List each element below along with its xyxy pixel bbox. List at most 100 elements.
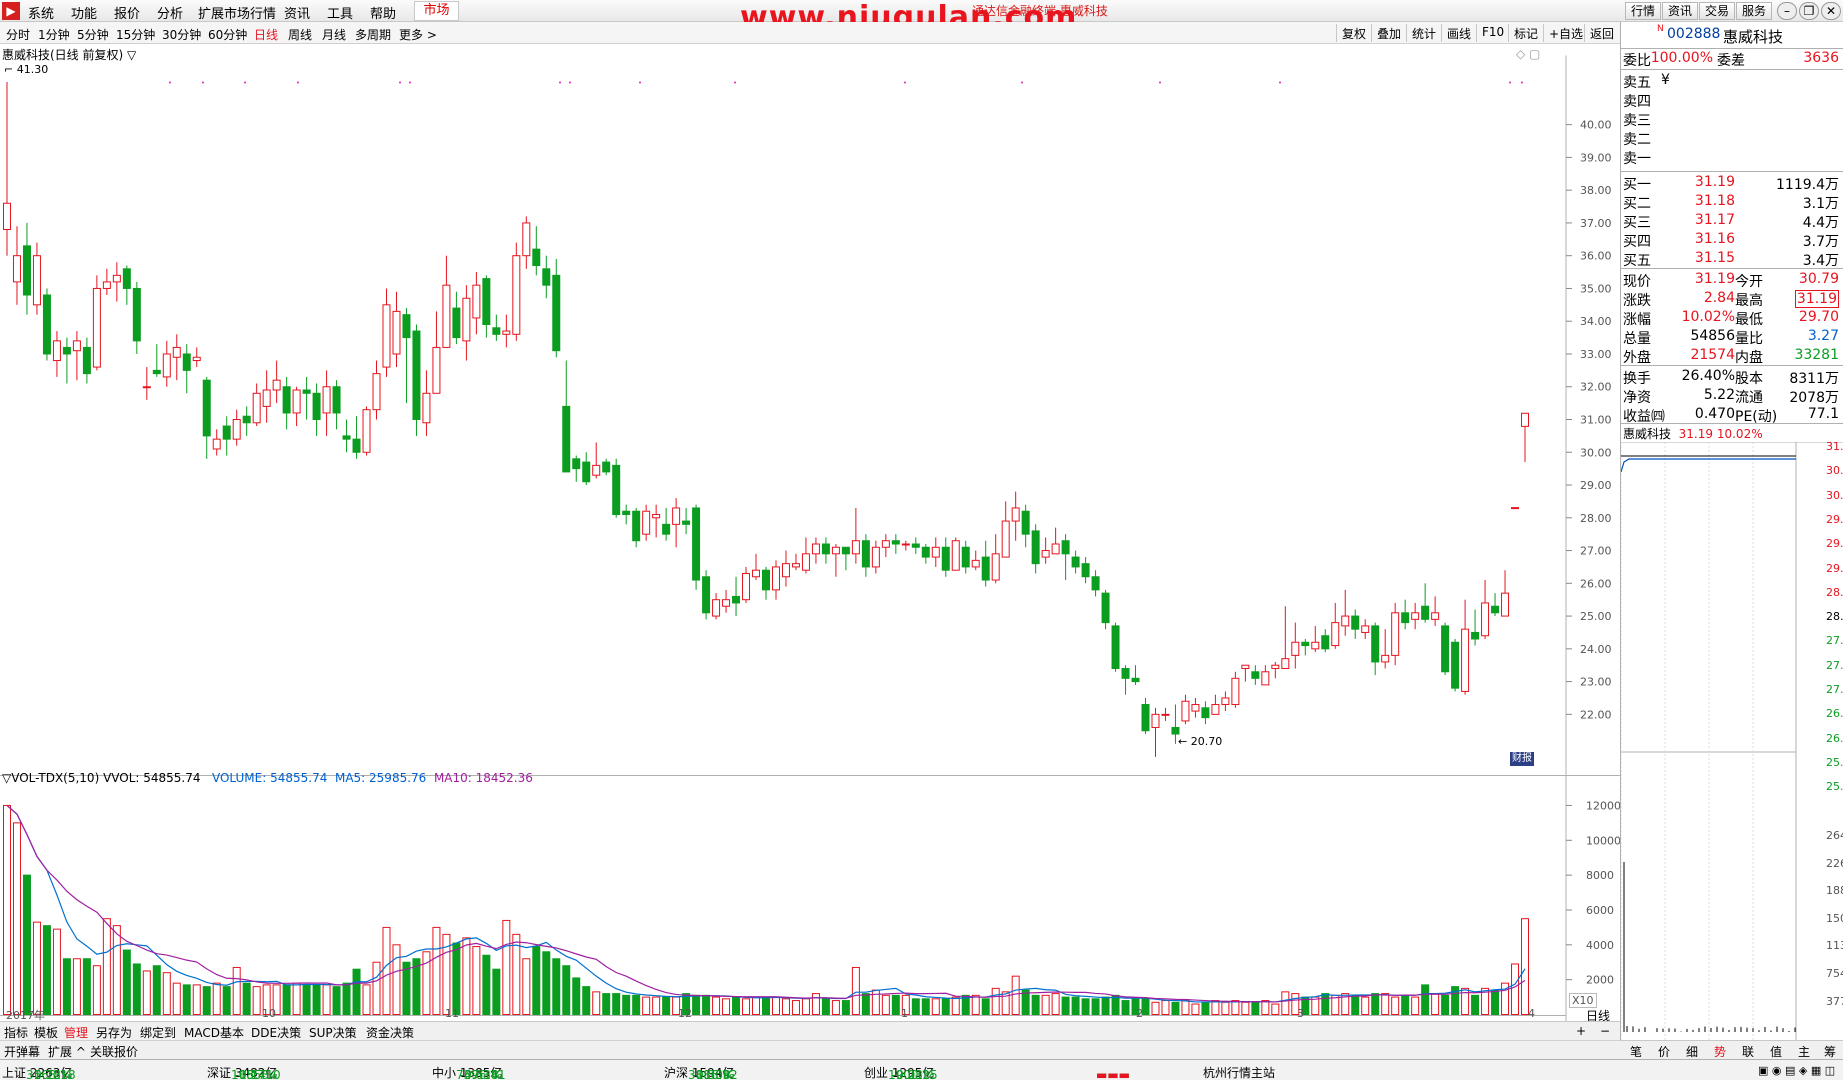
bid-row-5[interactable]: 买五 31.15 3.4万 xyxy=(1621,250,1843,269)
station-name[interactable]: 杭州行情主站 xyxy=(1203,1064,1275,1080)
status-bar: 上证 3163.18 -5.72 -0.18% 2263亿 深证 10853.0 -1… xyxy=(0,1059,1843,1080)
menu-tools[interactable]: 工具 xyxy=(327,3,353,22)
tab-macd[interactable]: MACD基本 xyxy=(184,1024,244,1041)
candle xyxy=(503,315,510,348)
bid-row-2[interactable]: 买二 31.18 3.1万 xyxy=(1621,193,1843,212)
top-button-trade[interactable]: 交易 xyxy=(1699,2,1735,20)
menu-help[interactable]: 帮助 xyxy=(370,3,396,22)
tool-mark[interactable]: 标记 xyxy=(1514,25,1538,42)
index-2[interactable]: 中小 7396.41 -47.18 -0.63% 1385亿 xyxy=(432,1064,502,1080)
close-icon[interactable]: ✕ xyxy=(1821,2,1841,20)
menu-function[interactable]: 功能 xyxy=(71,3,97,22)
volume-bar xyxy=(1352,995,1359,1014)
period-15min[interactable]: 15分钟 xyxy=(116,26,155,43)
menu-system[interactable]: 系统 xyxy=(28,3,54,22)
bid-row-3[interactable]: 买三 31.17 4.4万 xyxy=(1621,212,1843,231)
mini-intraday-chart[interactable] xyxy=(1621,442,1843,1042)
tab-fund[interactable]: 资金决策 xyxy=(366,1024,414,1041)
tool-adjust[interactable]: 复权 xyxy=(1342,25,1366,42)
tool-add-watchlist[interactable]: +自选 xyxy=(1549,25,1583,42)
menu-quote[interactable]: 报价 xyxy=(114,3,140,22)
tab-main[interactable]: 主 xyxy=(1798,1043,1810,1060)
candle xyxy=(303,377,310,420)
zoom-factor-label[interactable]: X10 xyxy=(1569,993,1597,1008)
chart-title[interactable]: 惠威科技(日线 前复权) ▽ xyxy=(2,46,136,63)
top-button-service[interactable]: 服务 xyxy=(1736,2,1772,20)
tab-sup[interactable]: SUP决策 xyxy=(309,1024,357,1041)
market-button[interactable]: 市场 xyxy=(414,1,459,21)
tab-linked[interactable]: 联 xyxy=(1742,1043,1754,1060)
period-5min[interactable]: 5分钟 xyxy=(77,26,109,43)
tool-f10[interactable]: F10 xyxy=(1482,25,1504,39)
tab-save-as[interactable]: 另存为 xyxy=(96,1024,132,1041)
volume-bar xyxy=(643,997,650,1014)
tool-stats[interactable]: 统计 xyxy=(1412,25,1436,42)
top-button-news[interactable]: 资讯 xyxy=(1662,2,1698,20)
restore-icon[interactable]: ❐ xyxy=(1799,2,1819,20)
volume-bar xyxy=(463,938,470,1015)
tool-overlay[interactable]: 叠加 xyxy=(1377,25,1401,42)
menu-news[interactable]: 资讯 xyxy=(284,3,310,22)
tab-template[interactable]: 模板 xyxy=(34,1024,58,1041)
period-daily[interactable]: 日线 xyxy=(254,26,278,43)
app-logo-icon[interactable]: ▶ xyxy=(2,2,20,20)
period-multi[interactable]: 多周期 xyxy=(355,26,391,43)
kline-chart[interactable]: 40.00 39.00 38.00 37.00 36.00 35.00 34.00 33.00… xyxy=(0,44,1620,1044)
ask-row-3[interactable]: 卖三 xyxy=(1621,110,1843,129)
tool-draw[interactable]: 画线 xyxy=(1447,25,1471,42)
period-weekly[interactable]: 周线 xyxy=(288,26,312,43)
ask-row-5[interactable]: 卖五 ¥ xyxy=(1621,72,1843,91)
tab-danmaku[interactable]: 开弹幕 xyxy=(4,1043,40,1060)
tray-icons[interactable]: ▣ ◉ ▤ ◈ ▦ ◫ xyxy=(1758,1064,1835,1077)
index-0[interactable]: 上证 3163.18 -5.72 -0.18% 2263亿 xyxy=(2,1064,72,1080)
volume-bar xyxy=(1262,1001,1269,1015)
candle xyxy=(862,534,869,577)
ask-row-4[interactable]: 卖四 xyxy=(1621,91,1843,110)
tab-bind-to[interactable]: 绑定到 xyxy=(140,1024,176,1041)
period-intraday[interactable]: 分时 xyxy=(6,26,30,43)
candle xyxy=(932,537,939,566)
menu-extended-market[interactable]: 扩展市场行情 xyxy=(198,3,276,22)
financial-report-badge[interactable]: 财报 xyxy=(1510,752,1534,766)
tab-related-quotes[interactable]: 关联报价 xyxy=(90,1043,138,1060)
tab-manage[interactable]: 管理 xyxy=(64,1024,88,1041)
tab-trend[interactable]: 势 xyxy=(1714,1043,1726,1060)
tab-indicator[interactable]: 指标 xyxy=(4,1024,28,1041)
period-1min[interactable]: 1分钟 xyxy=(38,26,70,43)
ma5-value: MA5: 25985.76 xyxy=(335,771,426,785)
index-1[interactable]: 深证 10853.0 -15.71 -0.14% 3482亿 xyxy=(207,1064,277,1080)
menu-analysis[interactable]: 分析 xyxy=(157,3,183,22)
bid-row-4[interactable]: 买四 31.16 3.7万 xyxy=(1621,231,1843,250)
tab-value[interactable]: 值 xyxy=(1770,1043,1782,1060)
tab-chips[interactable]: 筹 xyxy=(1824,1043,1836,1060)
period-30min[interactable]: 30分钟 xyxy=(162,26,201,43)
candle xyxy=(1512,508,1519,509)
volume-bar xyxy=(1372,994,1379,1015)
bid-row-1[interactable]: 买一 31.19 1119.4万 xyxy=(1621,174,1843,193)
chart-collapse-icon[interactable]: ◇ ▢ xyxy=(1516,47,1540,61)
tab-dde[interactable]: DDE决策 xyxy=(251,1024,301,1041)
volume-bar xyxy=(1142,999,1149,1015)
volume-bar xyxy=(113,926,120,1015)
stock-name: 惠威科技 xyxy=(1723,26,1783,47)
period-more[interactable]: 更多 > xyxy=(399,26,437,43)
tab-details[interactable]: 细 xyxy=(1686,1043,1698,1060)
period-60min[interactable]: 60分钟 xyxy=(208,26,247,43)
top-button-market[interactable]: 行情 xyxy=(1625,2,1661,20)
index-3[interactable]: 沪深 3886.92 -11.58 -0.30% 1594亿 xyxy=(664,1064,734,1080)
ask-row-1[interactable]: 卖一 xyxy=(1621,148,1843,167)
add-indicator-icon[interactable]: + xyxy=(1576,1024,1586,1038)
ask-row-2[interactable]: 卖二 xyxy=(1621,129,1843,148)
candle-body xyxy=(1362,626,1369,633)
tab-trades[interactable]: 笔 xyxy=(1630,1043,1642,1060)
volume-indicator-name[interactable]: ▽VOL-TDX(5,10) VVOL: 54855.74 xyxy=(2,771,201,785)
tab-prices[interactable]: 价 xyxy=(1658,1043,1670,1060)
remove-indicator-icon[interactable]: − xyxy=(1600,1024,1610,1038)
period-monthly[interactable]: 月线 xyxy=(322,26,346,43)
tool-back[interactable]: 返回 xyxy=(1590,25,1614,42)
tab-extend[interactable]: 扩展 ^ xyxy=(48,1043,86,1060)
candle xyxy=(1092,570,1099,596)
minimize-icon[interactable]: – xyxy=(1777,2,1797,20)
index-4[interactable]: 创业 1900.25 -0.23 -0.01% 1295亿 xyxy=(864,1064,934,1080)
candle-body xyxy=(1092,577,1099,590)
